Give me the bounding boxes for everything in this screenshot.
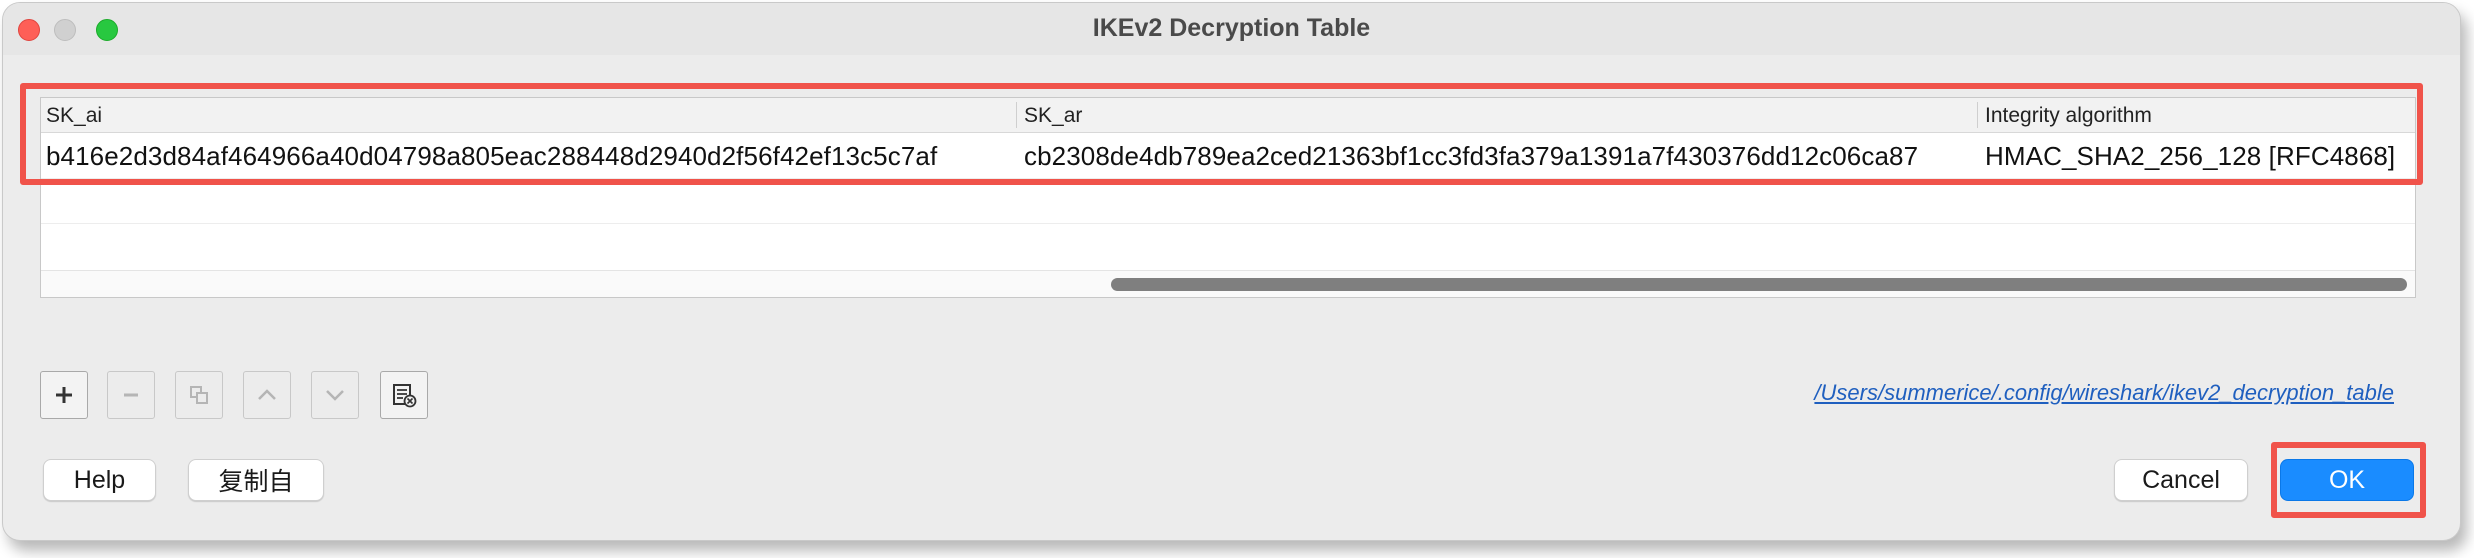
horizontal-scrollbar[interactable]: [41, 270, 2415, 297]
empty-row: [41, 223, 2415, 268]
config-file-path-link[interactable]: /Users/summerice/.config/wireshark/ikev2…: [1814, 380, 2394, 406]
add-entry-button[interactable]: [40, 371, 88, 419]
chevron-down-icon: [326, 390, 344, 401]
table-row-highlight-box: [20, 83, 2423, 185]
copy-icon: [190, 386, 208, 404]
remove-entry-button[interactable]: [107, 371, 155, 419]
help-button[interactable]: Help: [43, 459, 156, 501]
chevron-up-icon: [258, 389, 276, 400]
ok-button-highlight-box: [2271, 442, 2426, 518]
clear-table-button[interactable]: [380, 371, 428, 419]
clear-table-icon: [393, 384, 417, 408]
window-title: IKEv2 Decryption Table: [1092, 14, 1371, 42]
move-up-button[interactable]: [243, 371, 291, 419]
scrollbar-thumb[interactable]: [1111, 278, 2407, 291]
copy-entry-button[interactable]: [175, 371, 223, 419]
move-down-button[interactable]: [311, 371, 359, 419]
cancel-button[interactable]: Cancel: [2114, 459, 2248, 501]
minus-icon: [124, 393, 138, 397]
plus-icon: [56, 387, 72, 403]
copy-from-button[interactable]: 复制自: [188, 459, 324, 501]
title-bar: IKEv2 Decryption Table: [3, 3, 2460, 55]
